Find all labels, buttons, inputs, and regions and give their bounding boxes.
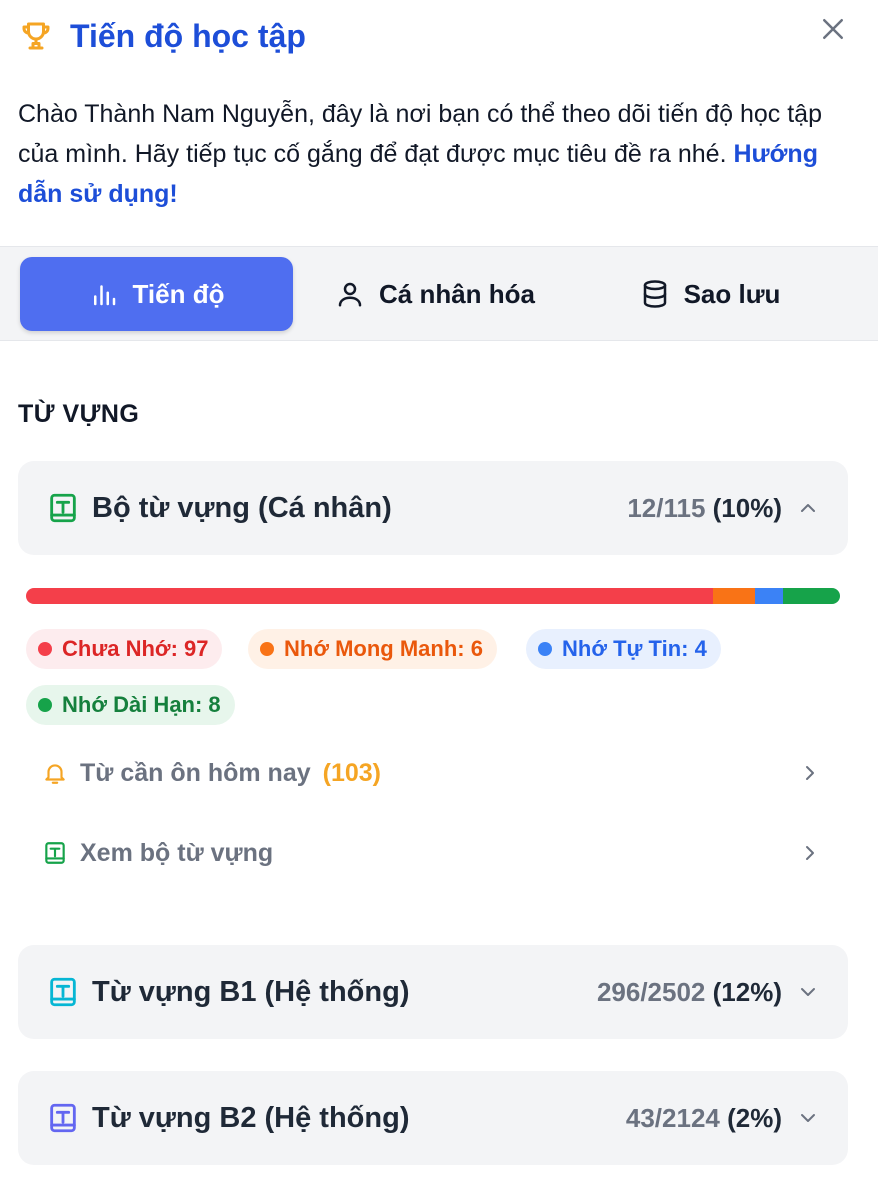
status-dot — [38, 698, 52, 712]
deck-percent: (2%) — [727, 1103, 782, 1133]
deck-card-personal[interactable]: Bộ từ vựng (Cá nhân) 12/115 (10%) — [18, 461, 848, 555]
status-dot — [38, 642, 52, 656]
deck-card-b1[interactable]: Từ vựng B1 (Hệ thống) 296/2502 (12%) — [18, 945, 848, 1039]
bell-icon — [45, 764, 65, 784]
deck-name: Từ vựng B1 (Hệ thống) — [92, 976, 410, 1008]
intro-message: Chào Thành Nam Nguyễn, đây là nơi bạn có… — [18, 100, 822, 168]
tab-progress-label: Tiến độ — [132, 278, 225, 309]
status-badge-label: Nhớ Dài Hạn: 8 — [62, 692, 221, 717]
tab-personalize-label: Cá nhân hóa — [378, 278, 535, 309]
deck-percent: (10%) — [712, 493, 782, 523]
chevron-right-icon — [806, 766, 814, 780]
book-icon — [50, 1103, 76, 1133]
deck-count: 12/115 — [627, 493, 706, 523]
deck-progress: 296/2502 (12%) — [597, 945, 782, 1039]
progress-segment-0 — [26, 588, 713, 604]
status-badge-label: Nhớ Tự Tin: 4 — [562, 636, 707, 661]
status-badge-label: Nhớ Mong Manh: 6 — [284, 636, 483, 661]
view-deck-label: Xem bộ từ vựng — [80, 838, 274, 867]
chevron-up-icon[interactable] — [796, 496, 820, 520]
status-badge-long-term: Nhớ Dài Hạn: 8 — [26, 685, 235, 725]
status-dot — [260, 642, 274, 656]
progress-segment-2 — [755, 588, 784, 604]
deck-progress: 12/115 (10%) — [627, 461, 782, 555]
book-icon — [50, 977, 76, 1007]
review-today-count: (103) — [322, 758, 382, 787]
memory-progress-bar — [26, 588, 840, 604]
section-label-vocabulary: TỪ VỰNG — [18, 400, 140, 428]
book-icon — [45, 842, 65, 864]
view-deck-item[interactable]: Xem bộ từ vựng — [42, 828, 832, 878]
deck-name: Bộ từ vựng (Cá nhân) — [92, 492, 392, 524]
bar-chart-icon — [93, 285, 115, 306]
status-badge-fragile: Nhớ Mong Manh: 6 — [248, 629, 497, 669]
close-icon[interactable] — [818, 14, 848, 44]
tab-progress[interactable]: Tiến độ — [20, 257, 293, 331]
status-badge-label: Chưa Nhớ: 97 — [62, 636, 209, 661]
status-dot — [538, 642, 552, 656]
intro-text: Chào Thành Nam Nguyễn, đây là nơi bạn có… — [18, 94, 848, 214]
page-title: Tiến độ học tập — [70, 18, 306, 54]
tab-bar: Tiến độ Cá nhân hóa Sao lưu — [0, 246, 878, 341]
database-icon — [643, 280, 666, 308]
user-icon — [338, 282, 362, 307]
trophy-icon — [22, 22, 50, 50]
book-icon — [50, 493, 76, 523]
chevron-down-icon[interactable] — [796, 980, 820, 1004]
review-today-item[interactable]: Từ cần ôn hôm nay (103) — [42, 748, 832, 798]
chevron-down-icon[interactable] — [796, 1106, 820, 1130]
deck-percent: (12%) — [712, 977, 782, 1007]
tab-backup[interactable]: Sao lưu — [590, 257, 830, 331]
deck-count: 43/2124 — [625, 1103, 720, 1133]
tab-backup-label: Sao lưu — [683, 278, 781, 309]
status-badge-confident: Nhớ Tự Tin: 4 — [526, 629, 721, 669]
header: Tiến độ học tập Chào Thành Nam Nguyễn, đ… — [0, 0, 878, 246]
deck-progress: 43/2124 (2%) — [626, 1071, 782, 1165]
chevron-right-icon — [806, 846, 814, 860]
status-badge-not-remembered: Chưa Nhớ: 97 — [26, 629, 223, 669]
progress-segment-3 — [783, 588, 840, 604]
deck-name: Từ vựng B2 (Hệ thống) — [92, 1102, 410, 1134]
deck-count: 296/2502 — [596, 977, 706, 1007]
deck-card-b2[interactable]: Từ vựng B2 (Hệ thống) 43/2124 (2%) — [18, 1071, 848, 1165]
tab-personalize[interactable]: Cá nhân hóa — [305, 257, 565, 331]
progress-segment-1 — [712, 588, 756, 604]
review-today-label: Từ cần ôn hôm nay — [80, 758, 311, 787]
